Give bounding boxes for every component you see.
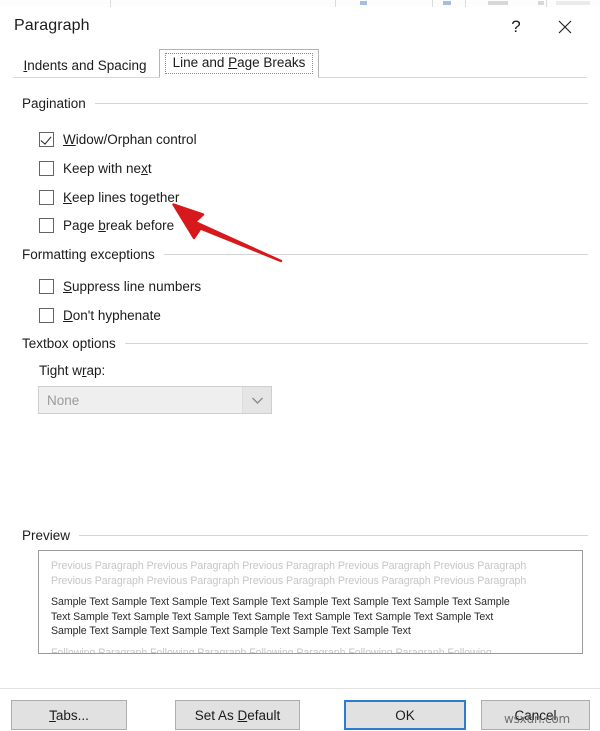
group-pagination-label: Pagination [22, 96, 86, 111]
preview-previous-line: Previous Paragraph Previous Paragraph Pr… [51, 560, 527, 572]
group-formatting-exceptions-header: Formatting exceptions [22, 247, 588, 262]
group-preview-label: Preview [22, 528, 71, 543]
group-divider-line [79, 535, 588, 536]
tabs-button-label: Tabs... [49, 707, 89, 723]
checkbox-keep-lines-together[interactable]: Keep lines together [39, 187, 179, 207]
group-divider-line [163, 254, 588, 255]
checkbox-suppress-line-numbers[interactable]: Suppress line numbers [39, 276, 201, 296]
checkbox-page-break-before-label: Page break before [63, 217, 175, 233]
checkbox-dont-hyphenate[interactable]: Don't hyphenate [39, 305, 161, 325]
preview-box: Previous Paragraph Previous Paragraph Pr… [38, 550, 583, 654]
preview-sample-line: Sample Text Sample Text Sample Text Samp… [51, 596, 510, 609]
preview-previous-line: Previous Paragraph Previous Paragraph Pr… [51, 574, 527, 587]
checkbox-widow-orphan-control-label: Widow/Orphan control [63, 131, 197, 147]
group-textbox-options-label: Textbox options [22, 336, 116, 351]
preview-sample-line: Sample Text Sample Text Sample Text Samp… [51, 625, 411, 638]
group-divider-line [124, 343, 588, 344]
checkbox-dont-hyphenate-label: Don't hyphenate [63, 307, 161, 323]
paragraph-dialog: Paragraph ? Indents and Spacing Line and… [0, 7, 600, 731]
ok-button-label: OK [395, 707, 415, 723]
watermark: wsxdn.com [504, 712, 571, 726]
preview-spacer [51, 639, 570, 646]
checkbox-keep-with-next-box[interactable] [39, 160, 54, 176]
tab-line-and-page-breaks-label: Line and Page Breaks [164, 53, 314, 74]
ok-button[interactable]: OK [344, 700, 466, 730]
dialog-body: Pagination Widow/Orphan control Keep wit… [0, 78, 600, 688]
dialog-titlebar: Paragraph ? [0, 7, 600, 48]
set-as-default-button[interactable]: Set As Default [175, 700, 300, 730]
tab-strip: Indents and Spacing Line and Page Breaks [0, 48, 600, 78]
checkbox-widow-orphan-control[interactable]: Widow/Orphan control [39, 129, 197, 149]
tab-line-and-page-breaks[interactable]: Line and Page Breaks [159, 49, 319, 78]
tab-indents-and-spacing[interactable]: Indents and Spacing [13, 52, 157, 78]
preview-sample-line: Text Sample Text Sample Text Sample Text… [51, 610, 494, 623]
preview-following-line: Following Paragraph Following Paragraph … [51, 646, 492, 654]
tab-indents-and-spacing-label: Indents and Spacing [23, 57, 147, 73]
group-preview-header: Preview [22, 528, 588, 543]
checkbox-keep-lines-together-box[interactable] [39, 189, 54, 205]
checkbox-page-break-before[interactable]: Page break before [39, 215, 174, 235]
checkbox-keep-with-next-label: Keep with next [63, 160, 152, 176]
group-textbox-options-header: Textbox options [22, 336, 588, 351]
set-as-default-button-label: Set As Default [194, 707, 281, 723]
checkbox-keep-with-next[interactable]: Keep with next [39, 158, 152, 178]
tight-wrap-label: Tight wrap: [39, 363, 106, 378]
preview-spacer [51, 588, 570, 595]
group-divider-line [94, 103, 588, 104]
checkbox-suppress-line-numbers-label: Suppress line numbers [63, 278, 202, 294]
close-icon[interactable] [548, 11, 582, 43]
tight-wrap-dropdown[interactable]: None [38, 386, 272, 414]
tight-wrap-value: None [47, 392, 80, 408]
checkbox-suppress-line-numbers-box[interactable] [39, 278, 54, 294]
help-icon[interactable]: ? [499, 11, 533, 43]
group-pagination-header: Pagination [22, 96, 588, 111]
checkbox-keep-lines-together-label: Keep lines together [63, 189, 180, 205]
chevron-down-icon[interactable] [242, 387, 271, 413]
checkbox-dont-hyphenate-box[interactable] [39, 307, 54, 323]
group-formatting-exceptions-label: Formatting exceptions [22, 247, 155, 262]
dialog-title: Paragraph [14, 17, 90, 34]
tabs-button[interactable]: Tabs... [11, 700, 127, 730]
checkbox-widow-orphan-control-box[interactable] [39, 131, 54, 147]
checkbox-page-break-before-box[interactable] [39, 217, 54, 233]
